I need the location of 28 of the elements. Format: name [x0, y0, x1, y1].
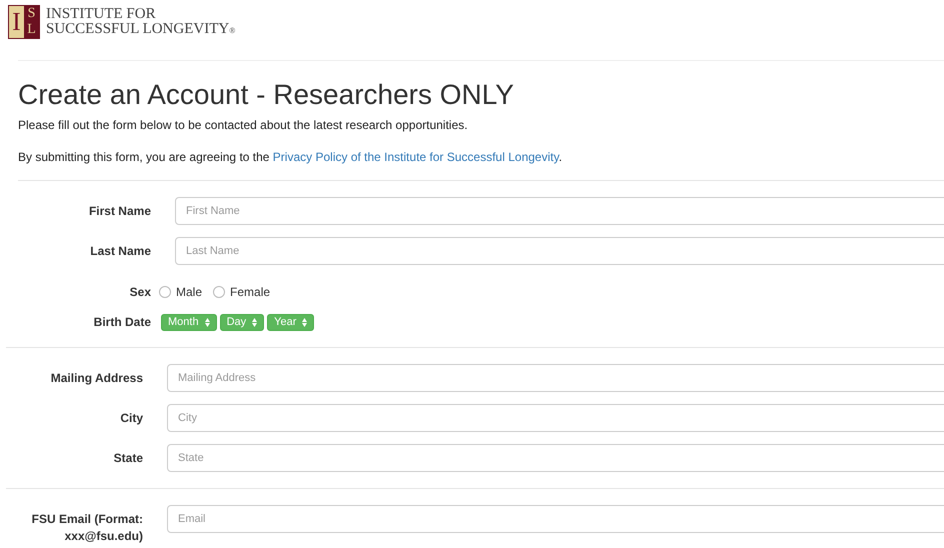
logo-text: SUCCESSFUL LONGEVITY® — [46, 22, 236, 38]
dropdown-select[interactable]: Day — [220, 314, 264, 330]
updown-icon — [252, 318, 258, 326]
text-input[interactable]: Mailing Address — [167, 364, 944, 392]
agreement-text: By submitting this form, you are agreeing to the Privacy Policy of the Institute for Successful Longevity. — [18, 149, 564, 166]
dropdown-select[interactable]: Month — [161, 314, 217, 330]
text-input[interactable]: Last Name — [175, 237, 944, 265]
field-label: Mailing Address — [50, 371, 143, 385]
field-label: City — [120, 411, 143, 425]
field-label: Birth Date — [94, 314, 151, 328]
text-input[interactable]: Email — [167, 505, 944, 533]
field-label: Sex — [130, 284, 151, 298]
text-input[interactable]: City — [167, 404, 944, 432]
page-title: Create an Account - Researchers ONLY — [18, 79, 514, 111]
updown-icon — [204, 318, 210, 326]
text-input[interactable]: First Name — [175, 197, 944, 225]
field-label: First Name — [88, 204, 151, 218]
radio-option[interactable]: Female — [213, 283, 270, 301]
field-label: Last Name — [90, 244, 151, 258]
logo-text: INSTITUTE FOR — [46, 6, 157, 22]
radio-option[interactable]: Male — [159, 283, 202, 301]
field-label: FSU Email (Format: xxx@fsu.edu) — [32, 512, 143, 543]
updown-icon — [302, 318, 308, 326]
text-input[interactable]: State — [167, 444, 944, 472]
field-label: State — [114, 451, 143, 465]
privacy-policy-link[interactable]: Privacy Policy of the Institute for Successful Longevity — [272, 150, 559, 164]
dropdown-select[interactable]: Year — [267, 314, 314, 330]
intro-text: Please fill out the form below to be contacted about the latest research opportunities. — [18, 117, 469, 134]
